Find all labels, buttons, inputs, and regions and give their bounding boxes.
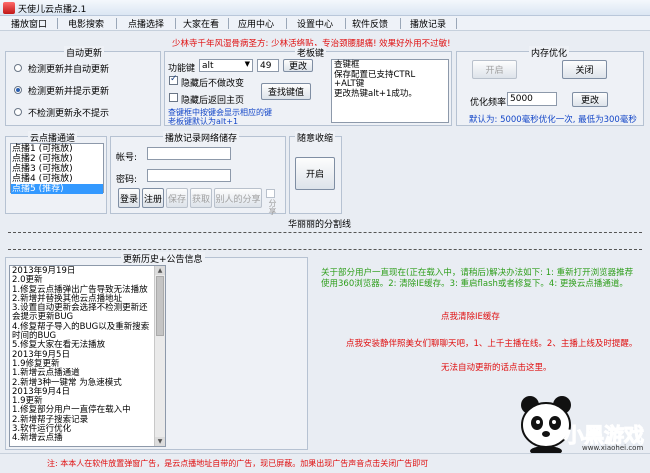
play-records-title: 播放记录网络储存 [163, 131, 240, 144]
scroll-up-icon[interactable]: ▲ [155, 266, 165, 275]
dashed-divider-1 [8, 232, 642, 233]
update-history-text[interactable]: 2013年9月19日 2.0更新 1.修复云点播弹出广告导致无法播放 2.新增并… [9, 265, 166, 447]
boss-key-change-button[interactable]: 更改 [283, 59, 313, 72]
channel-item[interactable]: 点播2 (可拖放) [11, 154, 103, 164]
hotkey-select[interactable]: alt ▼ [199, 59, 253, 72]
random-shrink-title: 随意收缩 [295, 131, 336, 144]
cloud-channel-list[interactable]: 点播1 (可拖放) 点播2 (可拖放) 点播3 (可拖放) 点播4 (可拖放) … [10, 143, 104, 194]
menu-vod-select[interactable]: 点播选择 [128, 17, 164, 30]
history-scrollbar[interactable]: ▲ ▼ [154, 266, 165, 446]
menu-feedback[interactable]: 软件反馈 [352, 17, 388, 30]
scroll-down-icon[interactable]: ▼ [155, 437, 165, 446]
auto-update-group: 自动更新 检测更新并自动更新 检测更新并提示更新 不检测更新永不提示 [5, 46, 161, 126]
memory-optimization-group: 内存优化 开启 关闭 优化频率: 5000 更改 默认为: 5000毫秒优化一次… [456, 46, 644, 126]
update-history-group: 更新历史+公告信息 2013年9月19日 2.0更新 1.修复云点播弹出广告导致… [5, 252, 308, 450]
save-button[interactable]: 保存 [166, 188, 188, 208]
others-share-button[interactable]: 别人的分享 [214, 188, 262, 208]
divider-label: 华丽丽的分割线 [288, 220, 352, 230]
channel-item[interactable]: 点播1 (可拖放) [11, 144, 103, 154]
password-input[interactable] [147, 169, 231, 182]
memory-open-button[interactable]: 开启 [472, 60, 517, 79]
hide-no-change-checkbox[interactable] [169, 74, 178, 85]
watermark-url: www.xiaohei.com [582, 444, 644, 452]
footer-bar: 注: 本本人在软件放置弹窗广告，是云点播地址自带的广告，现已屏蔽。加果出现广告声… [0, 453, 650, 473]
menu-everyone-watching[interactable]: 大家在看 [183, 17, 219, 30]
watermark: 小黑游戏 www.xiaohei.com [516, 393, 646, 457]
memory-close-button[interactable]: 关闭 [562, 60, 607, 79]
beauty-chat-link[interactable]: 点我安装静伴照美女们聊聊天吧，1、上千主播在线。2、主播上线及时提醒。 [346, 337, 637, 349]
title-bar [0, 0, 650, 16]
boss-key-log[interactable]: 查键框 保存配置已支持CTRL +ALT键 更改热键alt+1成功。 [331, 59, 449, 123]
key-value-input[interactable]: 49 [257, 59, 279, 72]
hide-to-home-label[interactable]: 隐藏后返回主页 [181, 93, 244, 106]
loading-help-notice: 关于部分用户一直现在(正在载入中，请稍后)解决办法如下: 1: 重新打开浏览器推… [321, 268, 634, 289]
channel-item[interactable]: 点播4 (可拖放) [11, 174, 103, 184]
app-icon [3, 2, 15, 14]
register-button[interactable]: 注册 [142, 188, 164, 208]
hide-no-change-label[interactable]: 隐藏后不做改变 [181, 76, 244, 89]
menu-app-center[interactable]: 应用中心 [238, 17, 274, 30]
password-label: 密码: [116, 175, 138, 185]
frequency-change-button[interactable]: 更改 [572, 92, 608, 107]
share-label[interactable]: 分享 [267, 199, 278, 215]
account-label: 帐号: [116, 153, 138, 163]
menu-settings-center[interactable]: 设置中心 [297, 17, 333, 30]
update-history-title: 更新历史+公告信息 [121, 252, 205, 265]
memory-title: 内存优化 [529, 46, 570, 59]
boss-key-title: 老板键 [295, 46, 327, 59]
random-shrink-group: 随意收缩 开启 [289, 131, 342, 214]
frequency-label: 优化频率: [470, 98, 510, 108]
scroll-thumb[interactable] [156, 276, 164, 336]
frequency-input[interactable]: 5000 [507, 92, 557, 106]
auto-update-option[interactable]: 检测更新并自动更新 [28, 62, 109, 75]
chevron-down-icon: ▼ [244, 60, 250, 68]
channel-item[interactable]: 点播3 (可拖放) [11, 164, 103, 174]
radio-no-update[interactable] [14, 108, 22, 116]
dashed-divider-2 [8, 249, 642, 250]
hide-to-home-checkbox[interactable] [169, 93, 178, 102]
manual-update-link[interactable]: 无法自动更新的话点击这里。 [441, 361, 552, 373]
boss-key-hint-2: 老板键默认为alt+1 [168, 117, 239, 126]
channel-item-selected[interactable]: 点播5 (推荐) [11, 184, 103, 194]
auto-update-title: 自动更新 [64, 46, 105, 59]
play-records-group: 播放记录网络储存 帐号: 密码: 登录 注册 保存 获取 别人的分享 分享 [110, 131, 286, 215]
radio-prompt-update[interactable] [14, 86, 22, 94]
share-checkbox[interactable] [266, 189, 275, 198]
clear-ie-cache-link[interactable]: 点我清除IE缓存 [441, 310, 500, 322]
window-title: 天使儿云点播2.1 [18, 5, 87, 15]
cloud-channel-group: 云点播通道 点播1 (可拖放) 点播2 (可拖放) 点播3 (可拖放) 点播4 … [5, 131, 107, 214]
menu-play-window[interactable]: 播放窗口 [11, 17, 47, 30]
boss-key-group: 老板键 功能键 alt ▼ 49 更改 隐藏后不做改变 隐藏后返回主页 查找键值… [164, 46, 452, 126]
account-input[interactable] [147, 147, 231, 160]
fetch-button[interactable]: 获取 [190, 188, 212, 208]
find-key-button[interactable]: 查找键值 [261, 83, 311, 100]
menu-bar: 播放窗口 电影搜索 点播选择 大家在看 应用中心 设置中心 软件反馈 播放记录 [0, 16, 650, 31]
random-shrink-open-button[interactable]: 开启 [295, 157, 335, 190]
hotkey-label: 功能键 [168, 64, 196, 74]
prompt-update-option[interactable]: 检测更新并提示更新 [28, 84, 109, 97]
login-button[interactable]: 登录 [118, 188, 140, 208]
no-update-option[interactable]: 不检测更新永不提示 [28, 106, 109, 119]
history-line: 4.新增云点播 [12, 433, 63, 444]
menu-movie-search[interactable]: 电影搜索 [68, 17, 104, 30]
log-line: 更改热键alt+1成功。 [334, 88, 417, 99]
footer-notice: 注: 本本人在软件放置弹窗广告，是云点播地址自带的广告，现已屏蔽。加果出现广告声… [47, 459, 429, 468]
memory-info: 默认为: 5000毫秒优化一次, 最低为300毫秒 [469, 115, 637, 125]
menu-play-records[interactable]: 播放记录 [410, 17, 446, 30]
radio-auto-update[interactable] [14, 64, 22, 72]
